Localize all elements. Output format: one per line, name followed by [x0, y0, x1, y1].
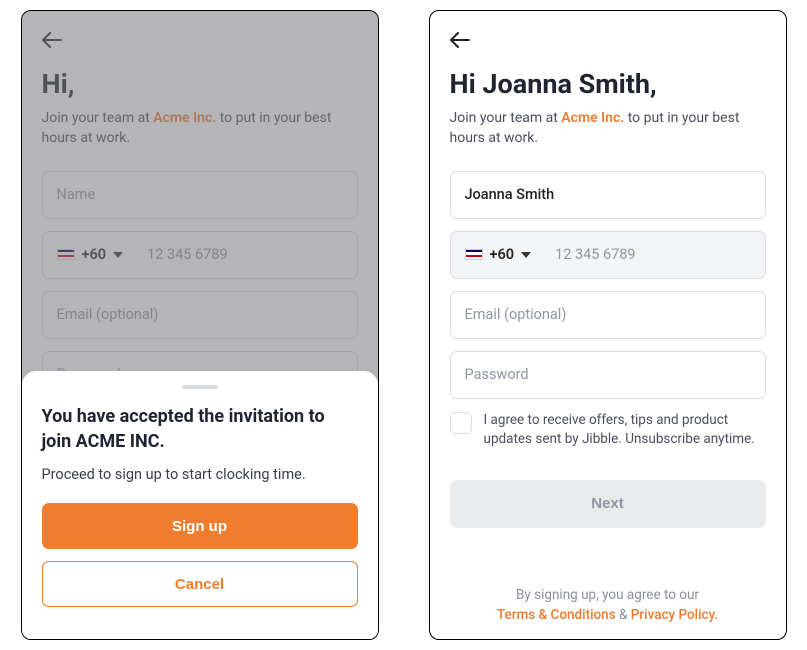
- privacy-link[interactable]: Privacy Policy.: [631, 607, 718, 623]
- footer-amp: &: [616, 607, 631, 623]
- next-button[interactable]: Next: [450, 480, 766, 528]
- country-code: +60: [490, 246, 515, 263]
- name-input[interactable]: Joanna Smith: [450, 171, 766, 219]
- greeting-title: Hi Joanna Smith,: [450, 68, 766, 100]
- phone-number-input[interactable]: 12 345 6789: [541, 246, 764, 263]
- country-code-selector[interactable]: +60: [451, 246, 542, 263]
- sign-up-button[interactable]: Sign up: [42, 503, 358, 549]
- consent-checkbox[interactable]: [450, 412, 472, 434]
- sheet-subtitle: Proceed to sign up to start clocking tim…: [42, 466, 358, 483]
- signup-form: Hi Joanna Smith, Join your team at Acme …: [430, 11, 786, 639]
- phone-left: Hi, Join your team at Acme Inc. to put i…: [21, 10, 379, 640]
- cancel-button[interactable]: Cancel: [42, 561, 358, 607]
- sheet-drag-handle[interactable]: [182, 385, 218, 389]
- terms-link[interactable]: Terms & Conditions: [497, 607, 616, 623]
- consent-text: I agree to receive offers, tips and prod…: [484, 411, 766, 450]
- password-input[interactable]: Password: [450, 351, 766, 399]
- sheet-title: You have accepted the invitation to join…: [42, 405, 358, 454]
- phone-right: Hi Joanna Smith, Join your team at Acme …: [429, 10, 787, 640]
- phone-input-row[interactable]: +60 12 345 6789: [450, 231, 766, 279]
- consent-row: I agree to receive offers, tips and prod…: [450, 411, 766, 450]
- chevron-down-icon: [521, 252, 531, 258]
- footer-line: By signing up, you agree to our: [516, 587, 699, 603]
- subtitle: Join your team at Acme Inc. to put in yo…: [450, 108, 766, 149]
- legal-footer: By signing up, you agree to our Terms & …: [450, 585, 766, 626]
- company-link[interactable]: Acme Inc.: [561, 110, 624, 126]
- flag-icon: [465, 249, 483, 260]
- subtitle-pre: Join your team at: [450, 110, 562, 126]
- back-arrow-icon[interactable]: [450, 29, 470, 54]
- email-input[interactable]: Email (optional): [450, 291, 766, 339]
- invitation-sheet: You have accepted the invitation to join…: [22, 371, 378, 639]
